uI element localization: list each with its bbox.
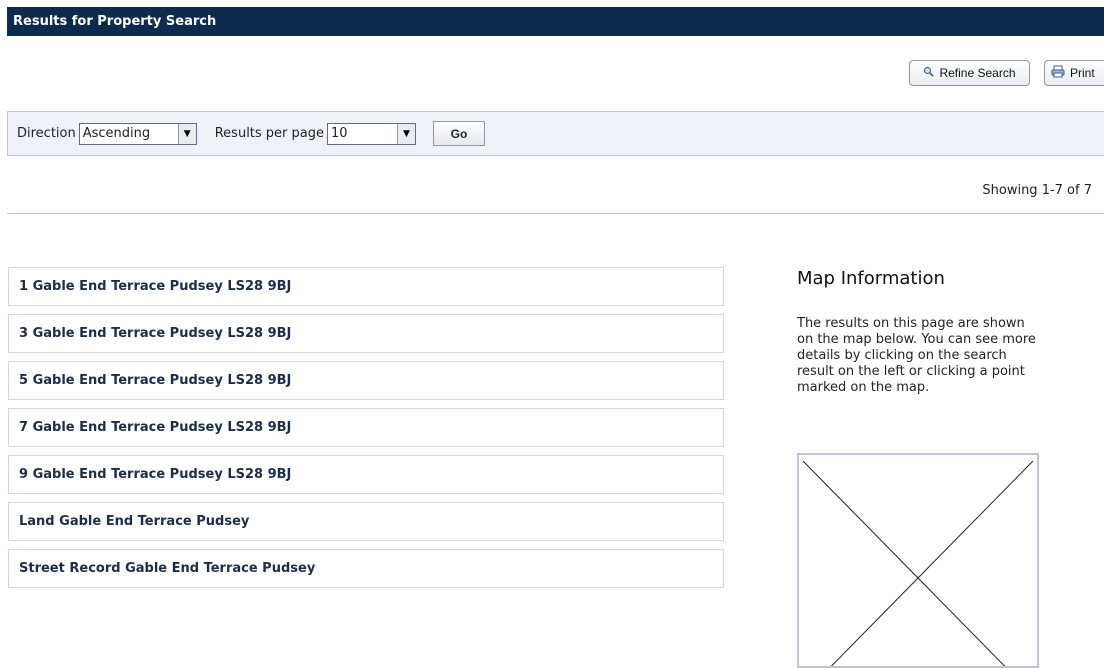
chevron-down-icon[interactable]: ▼ — [397, 123, 416, 144]
results-per-page-select[interactable]: 10 ▼ — [327, 122, 417, 145]
chevron-down-icon[interactable]: ▼ — [177, 123, 196, 144]
map-placeholder[interactable] — [797, 453, 1039, 668]
map-placeholder-icon — [802, 460, 1034, 666]
page-header: Results for Property Search — [7, 7, 1104, 36]
divider — [7, 213, 1104, 214]
results-per-page-label: Results per page — [214, 126, 325, 141]
magnifier-icon — [923, 66, 935, 80]
list-item[interactable]: 1 Gable End Terrace Pudsey LS28 9BJ — [8, 267, 724, 306]
direction-select[interactable]: Ascending ▼ — [78, 122, 197, 145]
refine-search-label: Refine Search — [939, 66, 1016, 80]
results-per-page-value: 10 — [331, 125, 348, 141]
list-item[interactable]: 9 Gable End Terrace Pudsey LS28 9BJ — [8, 455, 724, 494]
direction-value: Ascending — [82, 125, 151, 141]
map-information-text: The results on this page are shown on th… — [797, 316, 1036, 395]
refine-search-button[interactable]: Refine Search — [909, 60, 1030, 86]
list-item[interactable]: Street Record Gable End Terrace Pudsey — [8, 549, 724, 588]
page-title: Results for Property Search — [13, 14, 217, 29]
list-item[interactable]: Land Gable End Terrace Pudsey — [8, 502, 724, 541]
direction-label: Direction — [17, 126, 76, 141]
sort-toolbar: Direction Ascending ▼ Results per page 1… — [7, 111, 1104, 156]
list-item[interactable]: 5 Gable End Terrace Pudsey LS28 9BJ — [8, 361, 724, 400]
go-button[interactable]: Go — [433, 121, 486, 146]
printer-icon — [1051, 65, 1065, 81]
print-label: Print — [1070, 66, 1095, 80]
map-information-heading: Map Information — [797, 268, 945, 289]
list-item[interactable]: 3 Gable End Terrace Pudsey LS28 9BJ — [8, 314, 724, 353]
results-count: Showing 1-7 of 7 — [982, 183, 1092, 198]
list-item[interactable]: 7 Gable End Terrace Pudsey LS28 9BJ — [8, 408, 724, 447]
print-button[interactable]: Print — [1044, 60, 1104, 86]
results-list: 1 Gable End Terrace Pudsey LS28 9BJ 3 Ga… — [8, 267, 724, 596]
